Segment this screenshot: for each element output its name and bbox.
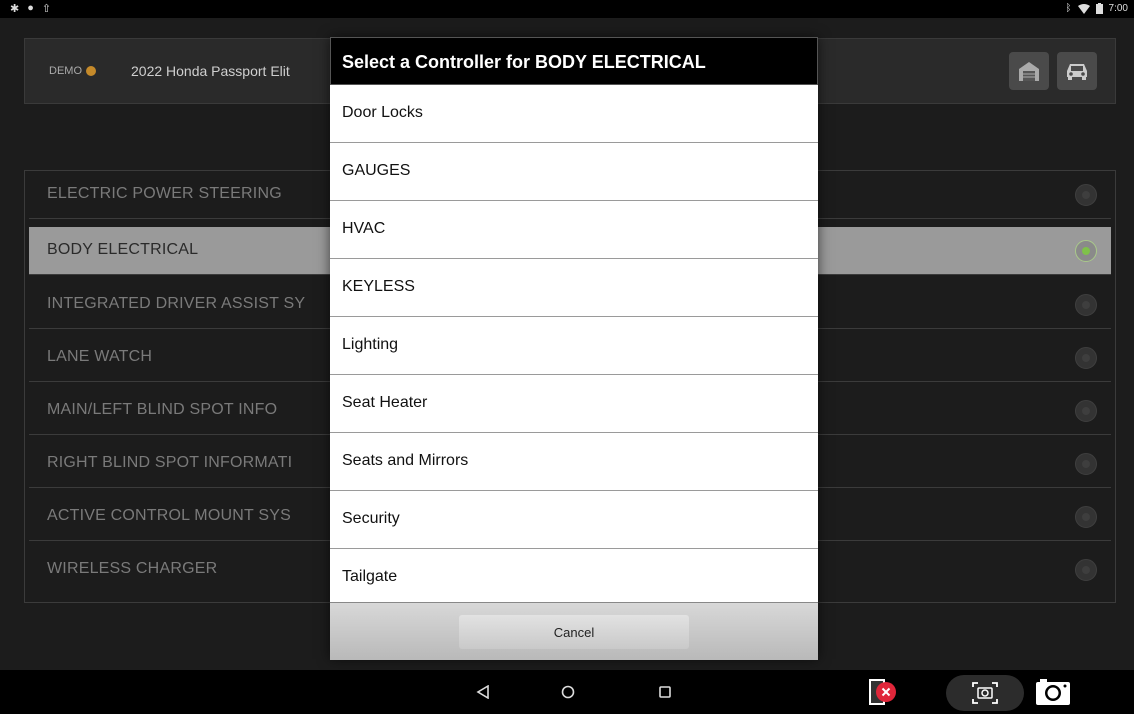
demo-label: DEMO	[49, 65, 82, 77]
wifi-icon	[1077, 3, 1090, 14]
option-label: KEYLESS	[342, 278, 415, 295]
option-label: Seats and Mirrors	[342, 452, 469, 469]
radio-button[interactable]	[1075, 294, 1097, 316]
dialog-option[interactable]: Seat Heater	[330, 375, 818, 433]
car-icon	[1067, 64, 1087, 80]
system-label: ELECTRIC POWER STEERING	[47, 185, 282, 202]
clock: 7:00	[1108, 3, 1128, 14]
radio-button[interactable]	[1075, 506, 1097, 528]
system-label: RIGHT BLIND SPOT INFORMATI	[47, 454, 293, 471]
cancel-button[interactable]: Cancel	[459, 615, 689, 649]
screenshot-button[interactable]	[946, 675, 1024, 711]
vehicle-name: 2022 Honda Passport Elit	[131, 63, 290, 79]
bluetooth-icon: ᛒ	[1065, 3, 1072, 14]
home-button[interactable]	[555, 679, 581, 705]
dialog-option[interactable]: KEYLESS	[330, 259, 818, 317]
system-label: BODY ELECTRICAL	[47, 241, 199, 258]
dialog-option[interactable]: Security	[330, 491, 818, 549]
option-label: Security	[342, 510, 400, 527]
option-label: HVAC	[342, 220, 386, 237]
bug-icon: ✱	[10, 3, 20, 15]
system-label: INTEGRATED DRIVER ASSIST SY	[47, 295, 306, 312]
navigation-bar	[0, 670, 1134, 714]
garage-icon	[1019, 62, 1039, 81]
radio-button[interactable]	[1075, 559, 1097, 581]
dialog-option[interactable]: GAUGES	[330, 143, 818, 201]
stop-recording-button[interactable]	[866, 679, 906, 705]
option-label: GAUGES	[342, 162, 411, 179]
controller-dialog: Select a Controller for BODY ELECTRICAL …	[330, 37, 818, 660]
recents-button[interactable]	[652, 679, 678, 705]
demo-indicator: DEMO	[49, 65, 96, 77]
option-label: Lighting	[342, 336, 399, 353]
dialog-option[interactable]: Seats and Mirrors	[330, 433, 818, 491]
status-icons-left: ✱ ● ⇧	[10, 2, 51, 15]
radio-button[interactable]	[1075, 184, 1097, 206]
upload-icon: ⇧	[41, 3, 52, 15]
radio-button[interactable]	[1075, 240, 1097, 262]
camera-button[interactable]	[1031, 676, 1075, 708]
status-icons-right: ᛒ 7:00	[1066, 3, 1128, 14]
radio-button[interactable]	[1075, 347, 1097, 369]
system-label: LANE WATCH	[47, 348, 153, 365]
dialog-option[interactable]: Door Locks	[330, 85, 818, 143]
dialog-title: Select a Controller for BODY ELECTRICAL	[342, 52, 706, 72]
back-button[interactable]	[470, 679, 496, 705]
system-label: ACTIVE CONTROL MOUNT SYS	[47, 507, 291, 524]
demo-status-dot	[86, 66, 96, 76]
dialog-option[interactable]: Tailgate	[330, 549, 818, 589]
vehicle-button[interactable]	[1057, 52, 1097, 90]
system-label: WIRELESS CHARGER	[47, 560, 218, 577]
dialog-option[interactable]: Lighting	[330, 317, 818, 375]
recents-icon	[659, 686, 671, 698]
stop-recording-icon	[869, 679, 896, 705]
option-label: Tailgate	[342, 568, 398, 585]
dialog-footer: Cancel	[330, 602, 818, 660]
status-bar: ✱ ● ⇧ ᛒ 7:00	[0, 0, 1134, 18]
dialog-option[interactable]: HVAC	[330, 201, 818, 259]
option-label: Door Locks	[342, 104, 423, 121]
battery-icon	[1095, 3, 1103, 14]
garage-button[interactable]	[1009, 52, 1049, 90]
camera-icon	[1036, 679, 1070, 705]
option-label: Seat Heater	[342, 394, 428, 411]
home-icon	[561, 685, 575, 699]
radio-button[interactable]	[1075, 453, 1097, 475]
system-label: MAIN/LEFT BLIND SPOT INFO	[47, 401, 278, 418]
radio-button[interactable]	[1075, 400, 1097, 422]
back-icon	[476, 685, 489, 699]
dialog-title-bar: Select a Controller for BODY ELECTRICAL	[330, 37, 818, 85]
android-icon: ●	[27, 2, 34, 14]
screenshot-icon	[972, 682, 998, 704]
